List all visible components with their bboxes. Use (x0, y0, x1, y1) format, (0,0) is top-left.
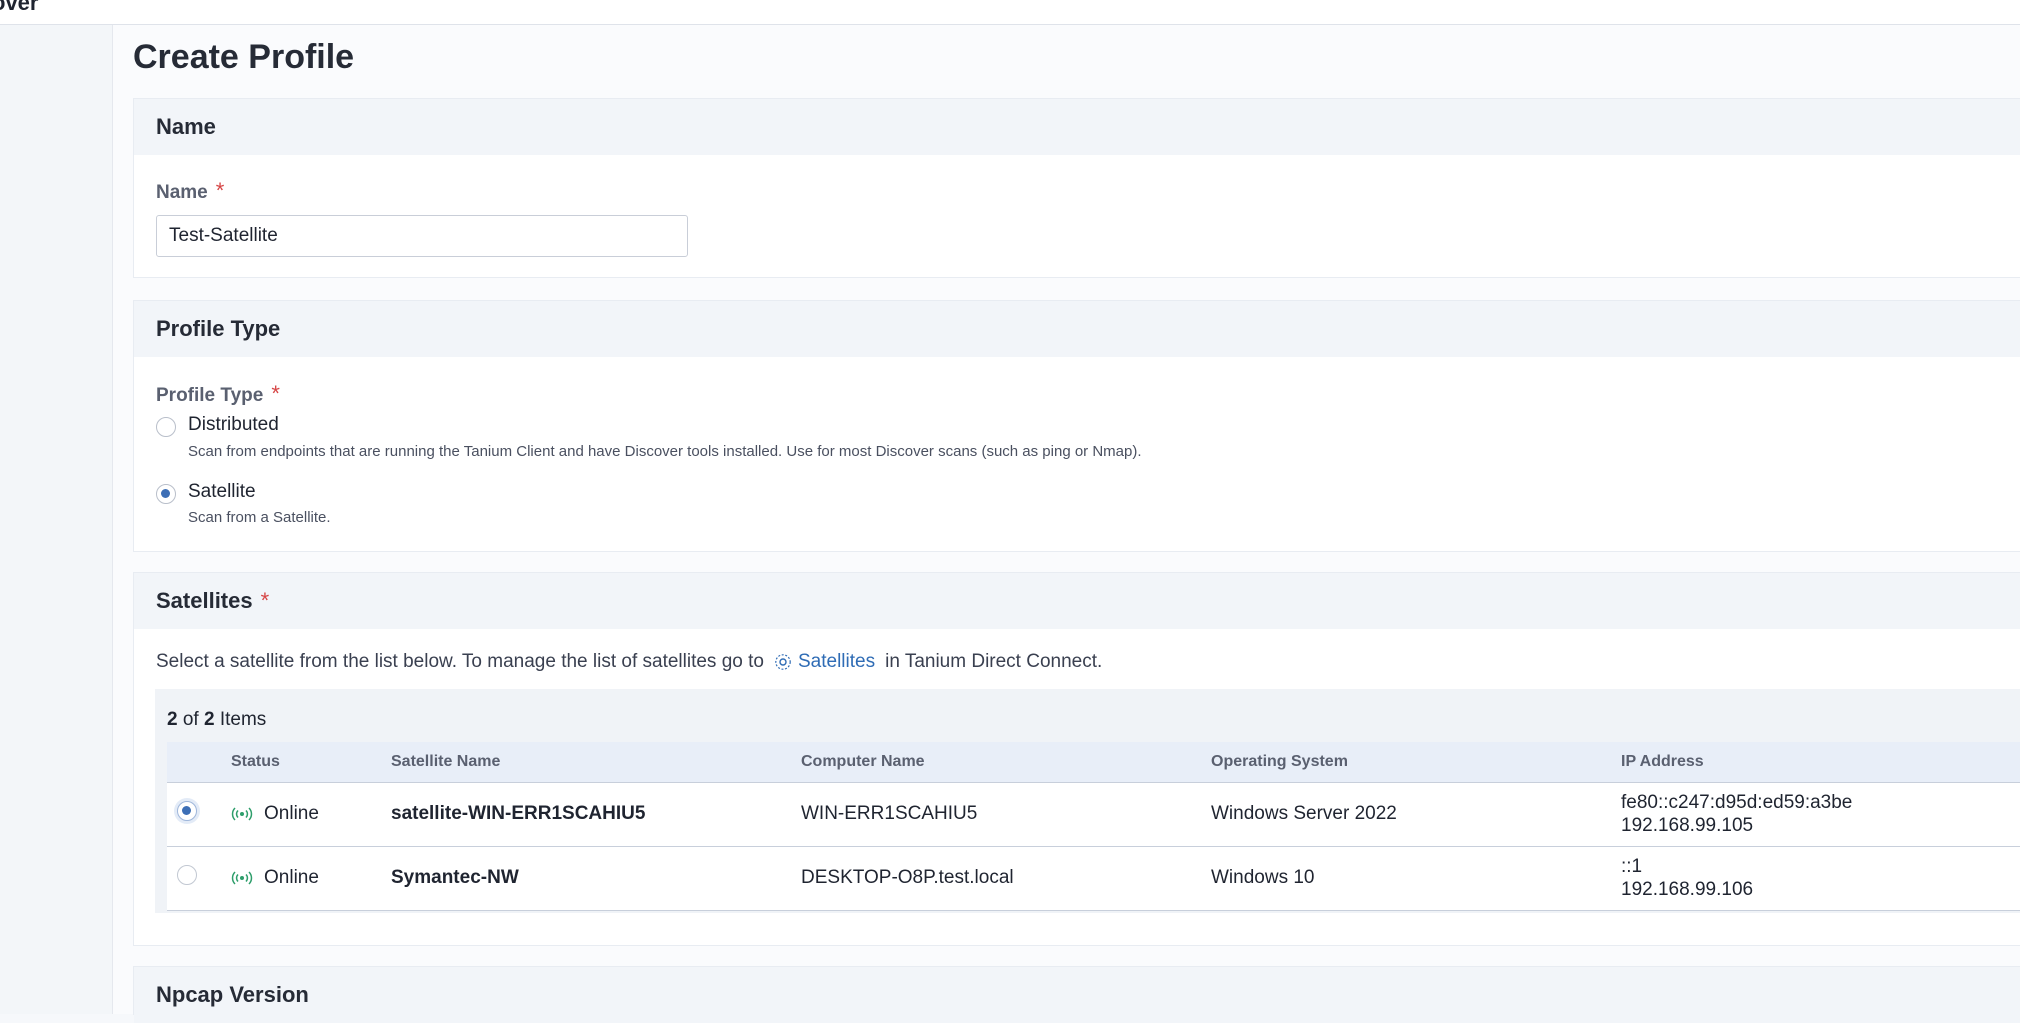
operating-system-cell: Windows Server 2022 (1211, 782, 1621, 847)
name-input[interactable] (156, 215, 688, 257)
status-cell: Online (231, 803, 391, 825)
distributed-help-text: Scan from endpoints that are running the… (188, 443, 1142, 460)
npcap-panel-heading: Npcap Version (134, 967, 2020, 1023)
column-header-operating-system[interactable]: Operating System (1211, 742, 1621, 783)
items-count-shown: 2 (167, 709, 178, 730)
signal-online-icon (231, 871, 253, 885)
table-row[interactable]: Online Symantec-NW DESKTOP-O8P.test.loca… (167, 846, 2020, 911)
table-header-row: Status Satellite Name Computer Name Oper… (167, 742, 2020, 783)
ip-address-cell: ::1 192.168.99.106 (1621, 846, 2020, 911)
distributed-radio-label[interactable]: Distributed (188, 414, 279, 436)
select-column-header (167, 742, 231, 783)
column-header-ip-address[interactable]: IP Address (1621, 742, 2020, 783)
required-marker: * (215, 178, 225, 203)
satellite-icon (775, 654, 791, 670)
items-count-total: 2 (204, 709, 215, 730)
profile-type-panel: Profile Type Profile Type * Distributed S… (133, 300, 2020, 552)
page-title: Create Profile (133, 38, 355, 76)
ip-address-v6: fe80::c247:d95d:ed59:a3be (1621, 792, 1853, 813)
satellites-table-container: 2 of 2 Items Status Satellite Name Compu… (155, 689, 2020, 913)
status-text: Online (264, 803, 319, 824)
name-panel: Name Name * (133, 98, 2020, 278)
satellites-info: Select a satellite from the list below. … (156, 651, 1102, 673)
ip-address-v4: 192.168.99.105 (1621, 815, 1754, 836)
top-bar-title: over (0, 0, 39, 15)
ip-address-v6: ::1 (1621, 856, 1643, 877)
row-select-radio[interactable] (177, 801, 197, 821)
operating-system-cell: Windows 10 (1211, 846, 1621, 911)
ip-address-cell: fe80::c247:d95d:ed59:a3be 192.168.99.105 (1621, 782, 2020, 847)
satellites-panel-heading: Satellites * (134, 573, 2020, 629)
profile-type-panel-heading: Profile Type (134, 301, 2020, 357)
ip-address-v4: 192.168.99.106 (1621, 879, 1754, 900)
items-count-label: Items (219, 709, 267, 730)
name-panel-title: Name (156, 114, 216, 139)
satellites-table: Status Satellite Name Computer Name Oper… (167, 742, 2020, 911)
satellite-name-cell: satellite-WIN-ERR1SCAHIU5 (391, 782, 801, 847)
satellites-panel-title: Satellites (156, 588, 253, 613)
computer-name-cell: DESKTOP-O8P.test.local (801, 846, 1211, 911)
row-select-radio[interactable] (177, 865, 197, 885)
status-text: Online (264, 867, 319, 888)
satellite-help-text: Scan from a Satellite. (188, 509, 331, 526)
satellite-radio-label[interactable]: Satellite (188, 481, 256, 503)
satellites-link[interactable]: Satellites (774, 651, 875, 673)
satellite-name-cell: Symantec-NW (391, 846, 801, 911)
top-bar: over (0, 0, 2020, 25)
profile-type-label-text: Profile Type (156, 385, 264, 406)
name-panel-heading: Name (134, 99, 2020, 155)
npcap-panel-title: Npcap Version (156, 982, 309, 1007)
items-count-of: of (182, 709, 199, 730)
column-header-computer-name[interactable]: Computer Name (801, 742, 1211, 783)
left-navigation (0, 25, 113, 1014)
satellites-panel: Satellites * Select a satellite from the … (133, 572, 2020, 946)
profile-type-panel-title: Profile Type (156, 316, 281, 341)
required-marker: * (271, 381, 280, 406)
satellite-radio[interactable] (156, 484, 176, 504)
required-marker: * (260, 588, 270, 613)
npcap-panel: Npcap Version (133, 966, 2020, 1023)
profile-type-field-label: Profile Type * (156, 381, 280, 407)
satellites-link-label[interactable]: Satellites (798, 651, 875, 673)
table-row[interactable]: Online satellite-WIN-ERR1SCAHIU5 WIN-ERR… (167, 782, 2020, 847)
distributed-radio[interactable] (156, 417, 176, 437)
items-count: 2 of 2 Items (167, 709, 266, 731)
column-header-status[interactable]: Status (231, 742, 391, 783)
status-cell: Online (231, 867, 391, 889)
name-field-label: Name * (156, 178, 224, 204)
signal-online-icon (231, 807, 253, 821)
computer-name-cell: WIN-ERR1SCAHIU5 (801, 782, 1211, 847)
satellites-info-prefix: Select a satellite from the list below. … (156, 651, 764, 672)
column-header-satellite-name[interactable]: Satellite Name (391, 742, 801, 783)
name-label-text: Name (156, 182, 208, 203)
satellites-info-suffix: in Tanium Direct Connect. (885, 651, 1103, 672)
